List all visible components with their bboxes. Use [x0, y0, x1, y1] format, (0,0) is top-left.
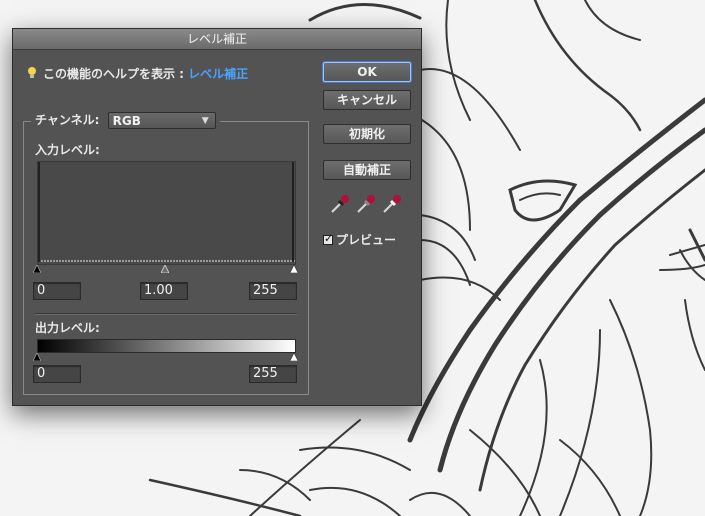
- dialog-title[interactable]: レベル補正: [13, 29, 421, 50]
- output-white-field[interactable]: 255: [249, 365, 297, 383]
- eyedropper-group: [329, 193, 407, 215]
- preview-checkbox[interactable]: プレビュー: [323, 231, 396, 248]
- chevron-down-icon: ▼: [201, 116, 209, 126]
- levels-dialog: レベル補正 この機能のヘルプを表示 : レベル補正 OK キャンセル 初期化 自…: [12, 28, 422, 406]
- section-divider: [35, 313, 297, 315]
- white-point-eyedropper-icon[interactable]: [381, 193, 403, 215]
- lightbulb-icon: [28, 67, 36, 78]
- output-levels-label: 出力レベル:: [35, 321, 100, 335]
- channel-label: チャンネル:: [35, 113, 100, 127]
- input-black-field[interactable]: 0: [33, 282, 81, 300]
- output-slider[interactable]: [33, 353, 298, 361]
- histogram: [37, 161, 296, 265]
- histogram-baseline: [38, 162, 295, 262]
- channel-row: チャンネル: RGB ▼: [31, 109, 220, 131]
- channel-value: RGB: [112, 114, 141, 128]
- black-point-eyedropper-icon[interactable]: [329, 193, 351, 215]
- input-gamma-field[interactable]: 1.00: [140, 282, 188, 300]
- checkbox-checked-icon[interactable]: [323, 232, 333, 245]
- preview-label: プレビュー: [336, 233, 397, 247]
- cancel-button[interactable]: キャンセル: [323, 90, 411, 110]
- output-white-thumb[interactable]: [290, 353, 298, 361]
- help-row: この機能のヘルプを表示 : レベル補正: [27, 65, 248, 81]
- output-black-thumb[interactable]: [33, 353, 41, 361]
- output-gradient-bar: [37, 339, 296, 353]
- channel-select[interactable]: RGB ▼: [107, 112, 216, 129]
- input-black-thumb[interactable]: [33, 265, 41, 273]
- input-gamma-thumb[interactable]: [161, 265, 169, 273]
- ok-button[interactable]: OK: [323, 62, 411, 82]
- gray-point-eyedropper-icon[interactable]: [355, 193, 377, 215]
- help-text: この機能のヘルプを表示 :: [43, 67, 189, 81]
- input-white-field[interactable]: 255: [249, 282, 297, 300]
- auto-button[interactable]: 自動補正: [323, 160, 411, 180]
- input-slider[interactable]: [33, 265, 298, 273]
- input-levels-label: 入力レベル:: [35, 143, 100, 157]
- output-black-field[interactable]: 0: [33, 365, 81, 383]
- help-link[interactable]: レベル補正: [188, 67, 248, 81]
- input-white-thumb[interactable]: [290, 265, 298, 273]
- reset-button[interactable]: 初期化: [323, 124, 411, 144]
